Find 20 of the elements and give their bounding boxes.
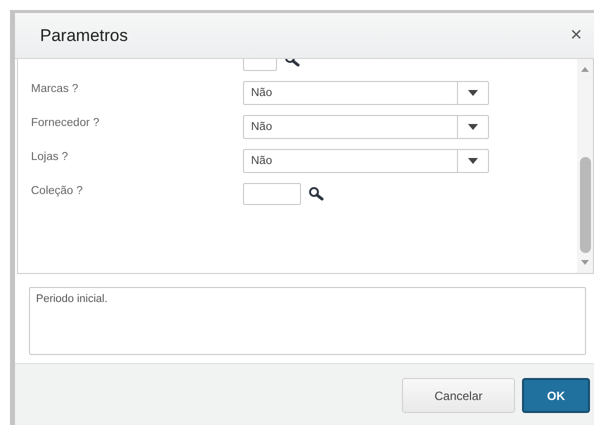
cancel-button[interactable]: Cancelar (402, 378, 515, 413)
input-field[interactable] (243, 183, 301, 205)
caret-icon[interactable] (468, 158, 478, 164)
close-button[interactable]: × (566, 24, 586, 47)
description-box: Periodo inicial. (29, 287, 586, 355)
search-icon[interactable] (308, 186, 324, 202)
dropdown[interactable]: Não (243, 81, 489, 105)
field-label: Fornecedor ? (31, 116, 100, 129)
field-label: Lojas ? (31, 150, 70, 163)
field-label: Coleção ? (31, 184, 84, 197)
dropdown[interactable]: Não (243, 115, 489, 139)
scroll-up-icon[interactable] (580, 65, 590, 73)
dialog-title: Parametros (40, 26, 128, 46)
caret-icon[interactable] (468, 90, 478, 96)
scrollbar[interactable] (577, 59, 593, 273)
ok-button[interactable]: OK (522, 378, 590, 413)
scroll-down-icon[interactable] (580, 259, 590, 267)
dropdown[interactable]: Não (243, 149, 489, 173)
field-label: Marcas ? (31, 82, 80, 95)
caret-icon[interactable] (468, 124, 478, 130)
